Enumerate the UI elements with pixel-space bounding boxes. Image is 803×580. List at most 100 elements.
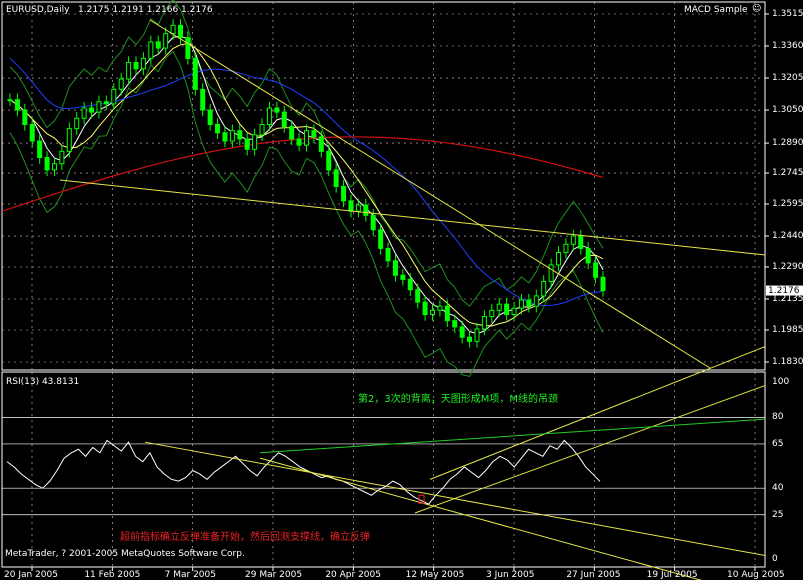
x-tick-label: 3 Jun 2005: [486, 570, 535, 580]
candle: [392, 260, 398, 276]
candle: [585, 247, 591, 264]
candle: [481, 316, 487, 330]
candle: [318, 136, 324, 152]
x-tick-label: 29 Mar 2005: [245, 570, 303, 580]
candle: [355, 204, 361, 212]
candle: [66, 128, 72, 152]
y-tick-label: 1.2290: [772, 261, 803, 272]
y-tick-label: 1.2745: [772, 168, 803, 179]
candle: [237, 130, 243, 140]
y-tick-label: 1.2440: [772, 231, 803, 242]
x-tick-label: 27 Jun 2005: [566, 570, 621, 580]
candle: [563, 243, 569, 254]
candle: [548, 264, 554, 282]
candle: [600, 276, 606, 292]
candle: [593, 262, 599, 278]
rsi-label: RSI(13) 43.8131: [6, 377, 80, 387]
y-tick-label: 1.1985: [772, 324, 803, 335]
ohlc-readout: 1.2175 1.2191 1.2166 1.2176: [78, 5, 213, 15]
candle: [140, 57, 146, 70]
x-tick-label: 19 Jul 2005: [646, 570, 698, 580]
candle: [378, 229, 384, 249]
candle: [259, 123, 265, 136]
rsi-level-label: 40: [772, 483, 784, 494]
candle: [89, 107, 95, 113]
rsi-level-label: 100: [772, 377, 790, 387]
candle: [281, 111, 287, 128]
candle: [296, 138, 302, 146]
candle: [467, 336, 473, 342]
annotation-rebound: 超前指标确立反弹准备开始，然后回测支撑线，确立反弹: [120, 532, 370, 543]
symbol-label: EURUSD,Daily: [6, 5, 70, 15]
candle: [304, 130, 309, 146]
candle: [44, 157, 50, 171]
last-price-value: 1.2176: [768, 285, 800, 296]
candle: [207, 109, 213, 125]
candle: [126, 62, 132, 80]
candle: [192, 57, 198, 90]
candle: [511, 307, 517, 315]
x-tick-label: 20 Apr 2005: [325, 570, 381, 580]
rsi-level-label: 80: [772, 412, 784, 423]
expert-advisor-label: MACD Sample: [684, 5, 748, 15]
candle: [348, 200, 354, 212]
candle: [400, 274, 406, 280]
y-tick-label: 1.1830: [772, 357, 803, 367]
expert-smile-icon[interactable]: ☺: [752, 4, 762, 14]
candle: [474, 328, 480, 342]
candle: [415, 289, 421, 303]
candle: [385, 247, 391, 262]
candle: [14, 99, 20, 111]
candle: [444, 305, 450, 322]
candle: [407, 278, 413, 291]
candle: [459, 326, 465, 338]
candle: [51, 163, 57, 171]
candle: [222, 132, 228, 142]
candle: [185, 37, 191, 59]
candle: [74, 117, 80, 130]
annotation-divergence: 第2，3次的背离，天图形成M项，M线的吊颈: [358, 394, 558, 405]
candle: [333, 169, 339, 187]
candle: [215, 123, 221, 134]
candle: [526, 299, 532, 307]
candle: [274, 107, 280, 113]
candle: [533, 295, 539, 307]
rsi-level-label: 65: [772, 438, 784, 449]
x-tick-label: 7 Mar 2005: [164, 570, 216, 580]
candle: [229, 130, 235, 142]
candle: [363, 204, 369, 216]
candle: [541, 280, 547, 297]
y-tick-label: 1.2890: [772, 138, 803, 149]
candle: [81, 107, 87, 119]
copyright-text: MetaTrader, ? 2001-2005 MetaQuotes Softw…: [5, 549, 245, 559]
candle: [118, 78, 124, 90]
candle: [341, 185, 347, 202]
candle: [311, 130, 317, 138]
rsi-level-label: 0: [772, 554, 778, 564]
candle: [289, 126, 295, 140]
candle: [163, 33, 169, 49]
candle: [200, 88, 206, 111]
candle: [59, 150, 65, 165]
candle: [266, 107, 272, 125]
candle: [496, 303, 502, 311]
y-tick-label: 1.3205: [772, 73, 803, 84]
candle: [37, 140, 43, 159]
candle: [370, 214, 376, 231]
candle: [422, 301, 428, 315]
rsi-level-label: 25: [772, 509, 784, 520]
candle: [133, 62, 139, 70]
ma-mid-line: [9, 42, 604, 327]
candle: [570, 235, 576, 245]
candle: [504, 303, 510, 315]
x-tick-label: 12 May 2005: [405, 570, 465, 580]
candle: [430, 309, 436, 315]
candle: [244, 138, 250, 150]
candle: [518, 299, 524, 309]
candle: [177, 24, 183, 39]
y-tick-label: 1.3050: [772, 105, 803, 116]
trendline-support: [59, 179, 766, 256]
rsi-trend-down-2: [259, 457, 703, 580]
y-tick-label: 1.2595: [772, 199, 803, 209]
candle: [96, 101, 102, 113]
